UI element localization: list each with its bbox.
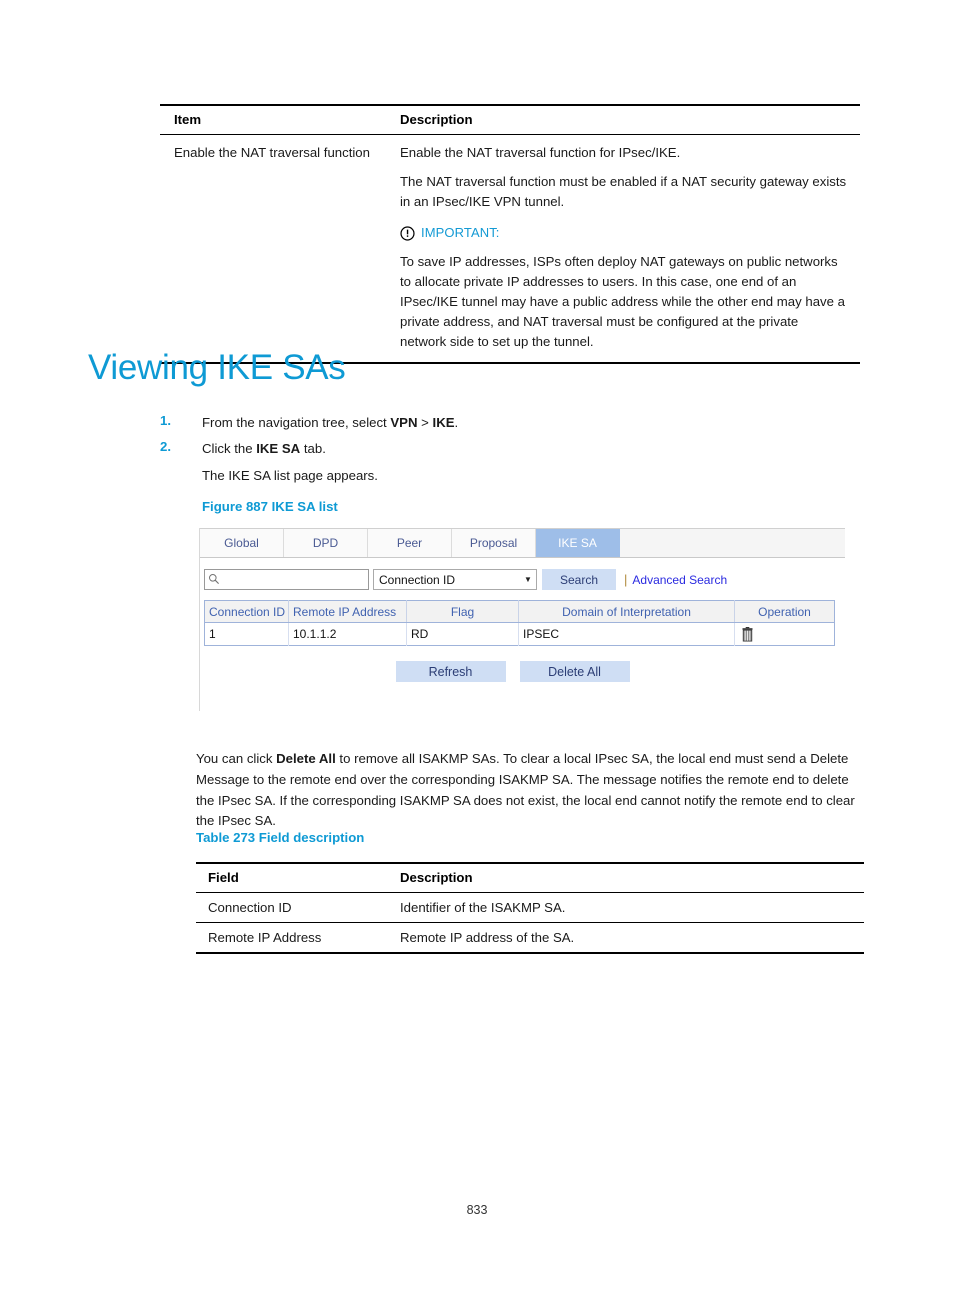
step-text: From the navigation tree, select VPN > I… [202, 413, 458, 433]
step-bold-ike-sa: IKE SA [256, 440, 301, 456]
important-note-text: To save IP addresses, ISPs often deploy … [400, 253, 845, 350]
post-figure-paragraph: You can click Delete All to remove all I… [196, 749, 868, 832]
tab-peer[interactable]: Peer [368, 529, 452, 557]
step-item: 1. From the navigation tree, select VPN … [160, 413, 860, 433]
item-description-table: Item Description Enable the NAT traversa… [160, 104, 860, 365]
tab-bar: Global DPD Peer Proposal IKE SA [200, 528, 845, 558]
step-text-before: Click the [202, 440, 257, 456]
table-header-row: Item Description [160, 104, 860, 135]
cell-item: Enable the NAT traversal function [160, 134, 386, 365]
important-icon [400, 225, 415, 241]
table-row: Enable the NAT traversal function Enable… [160, 134, 860, 365]
step-bold-ike: IKE [432, 415, 455, 430]
step-bold-vpn: VPN [390, 415, 418, 430]
tab-proposal[interactable]: Proposal [452, 529, 536, 557]
ike-sa-table: Connection ID Remote IP Address Flag Dom… [204, 600, 835, 646]
document-page: Item Description Enable the NAT traversa… [0, 0, 954, 1296]
refresh-button[interactable]: Refresh [395, 661, 506, 682]
page-title: Viewing IKE SAs [88, 348, 346, 387]
figure-caption: Figure 887 IKE SA list [202, 499, 338, 515]
search-field-select[interactable]: Connection ID ▼ [373, 569, 537, 590]
tab-dpd[interactable]: DPD [284, 529, 368, 557]
post-paragraph-bold: Delete All [276, 751, 336, 767]
description-paragraph-1: Enable the NAT traversal function for IP… [400, 145, 681, 160]
table-header-row: Connection ID Remote IP Address Flag Dom… [204, 600, 835, 623]
column-header-domain-of-interpretation[interactable]: Domain of Interpretation [518, 600, 735, 623]
toolbar-divider: | [624, 572, 628, 587]
cell-description: Enable the NAT traversal function for IP… [386, 134, 860, 365]
cell-description: Remote IP address of the SA. [388, 922, 864, 954]
delete-all-button[interactable]: Delete All [519, 661, 630, 682]
search-icon [209, 574, 219, 584]
tab-global[interactable]: Global [200, 529, 284, 557]
cell-remote-ip: 10.1.1.2 [288, 622, 407, 646]
column-header-description: Description [386, 104, 860, 135]
table-row: 1 10.1.1.2 RD IPSEC [204, 622, 835, 646]
search-toolbar: Connection ID ▼ Search | Advanced Search [204, 567, 845, 592]
figure-action-buttons: Refresh Delete All [200, 661, 845, 682]
step-number: 2. [160, 438, 171, 454]
step-number: 1. [160, 413, 171, 428]
cell-field: Remote IP Address [196, 922, 388, 954]
table-row: Connection ID Identifier of the ISAKMP S… [196, 892, 864, 923]
step-sub-line: The IKE SA list page appears. [202, 467, 378, 483]
chevron-down-icon: ▼ [524, 574, 532, 584]
step-text: Click the IKE SA tab. [202, 439, 326, 459]
column-header-item: Item [160, 104, 386, 135]
cell-flag: RD [406, 622, 519, 646]
tab-ike-sa[interactable]: IKE SA [536, 529, 620, 557]
column-header-field: Field [196, 862, 388, 893]
step-text-mid: > [417, 415, 433, 430]
field-description-table: Field Description Connection ID Identifi… [196, 862, 864, 954]
cell-connection-id: 1 [204, 622, 289, 646]
important-label: IMPORTANT: [421, 225, 500, 241]
step-text-before: From the navigation tree, select [202, 415, 391, 430]
tab-bar-filler [620, 529, 845, 557]
post-paragraph-part1: You can click [196, 751, 277, 767]
column-header-remote-ip-address[interactable]: Remote IP Address [288, 600, 407, 623]
important-note-header: IMPORTANT: [400, 223, 848, 243]
trash-icon[interactable] [741, 626, 754, 642]
table-caption: Table 273 Field description [196, 830, 365, 845]
description-paragraph-2: The NAT traversal function must be enabl… [400, 174, 847, 210]
column-header-flag[interactable]: Flag [406, 600, 519, 623]
page-number: 833 [466, 1203, 488, 1217]
search-field-select-value: Connection ID [379, 572, 456, 587]
table-header-row: Field Description [196, 862, 864, 893]
step-text-after: . [454, 415, 459, 430]
step-item: 2. Click the IKE SA tab. [160, 439, 860, 459]
search-button[interactable]: Search [542, 569, 616, 590]
search-input-wrapper[interactable] [204, 569, 369, 591]
cell-operation [734, 622, 835, 646]
column-header-operation: Operation [734, 600, 835, 623]
advanced-search-link[interactable]: Advanced Search [632, 573, 727, 587]
cell-doi: IPSEC [518, 622, 735, 646]
cell-description: Identifier of the ISAKMP SA. [388, 892, 864, 923]
column-header-description: Description [388, 862, 864, 893]
ike-sa-list-screenshot: Global DPD Peer Proposal IKE SA Connecti… [199, 528, 845, 711]
search-input[interactable] [222, 570, 366, 591]
table-row: Remote IP Address Remote IP address of t… [196, 922, 864, 954]
step-text-after: tab. [300, 440, 326, 456]
cell-field: Connection ID [196, 892, 388, 923]
numbered-steps: 1. From the navigation tree, select VPN … [160, 413, 860, 514]
column-header-connection-id[interactable]: Connection ID [204, 600, 289, 623]
